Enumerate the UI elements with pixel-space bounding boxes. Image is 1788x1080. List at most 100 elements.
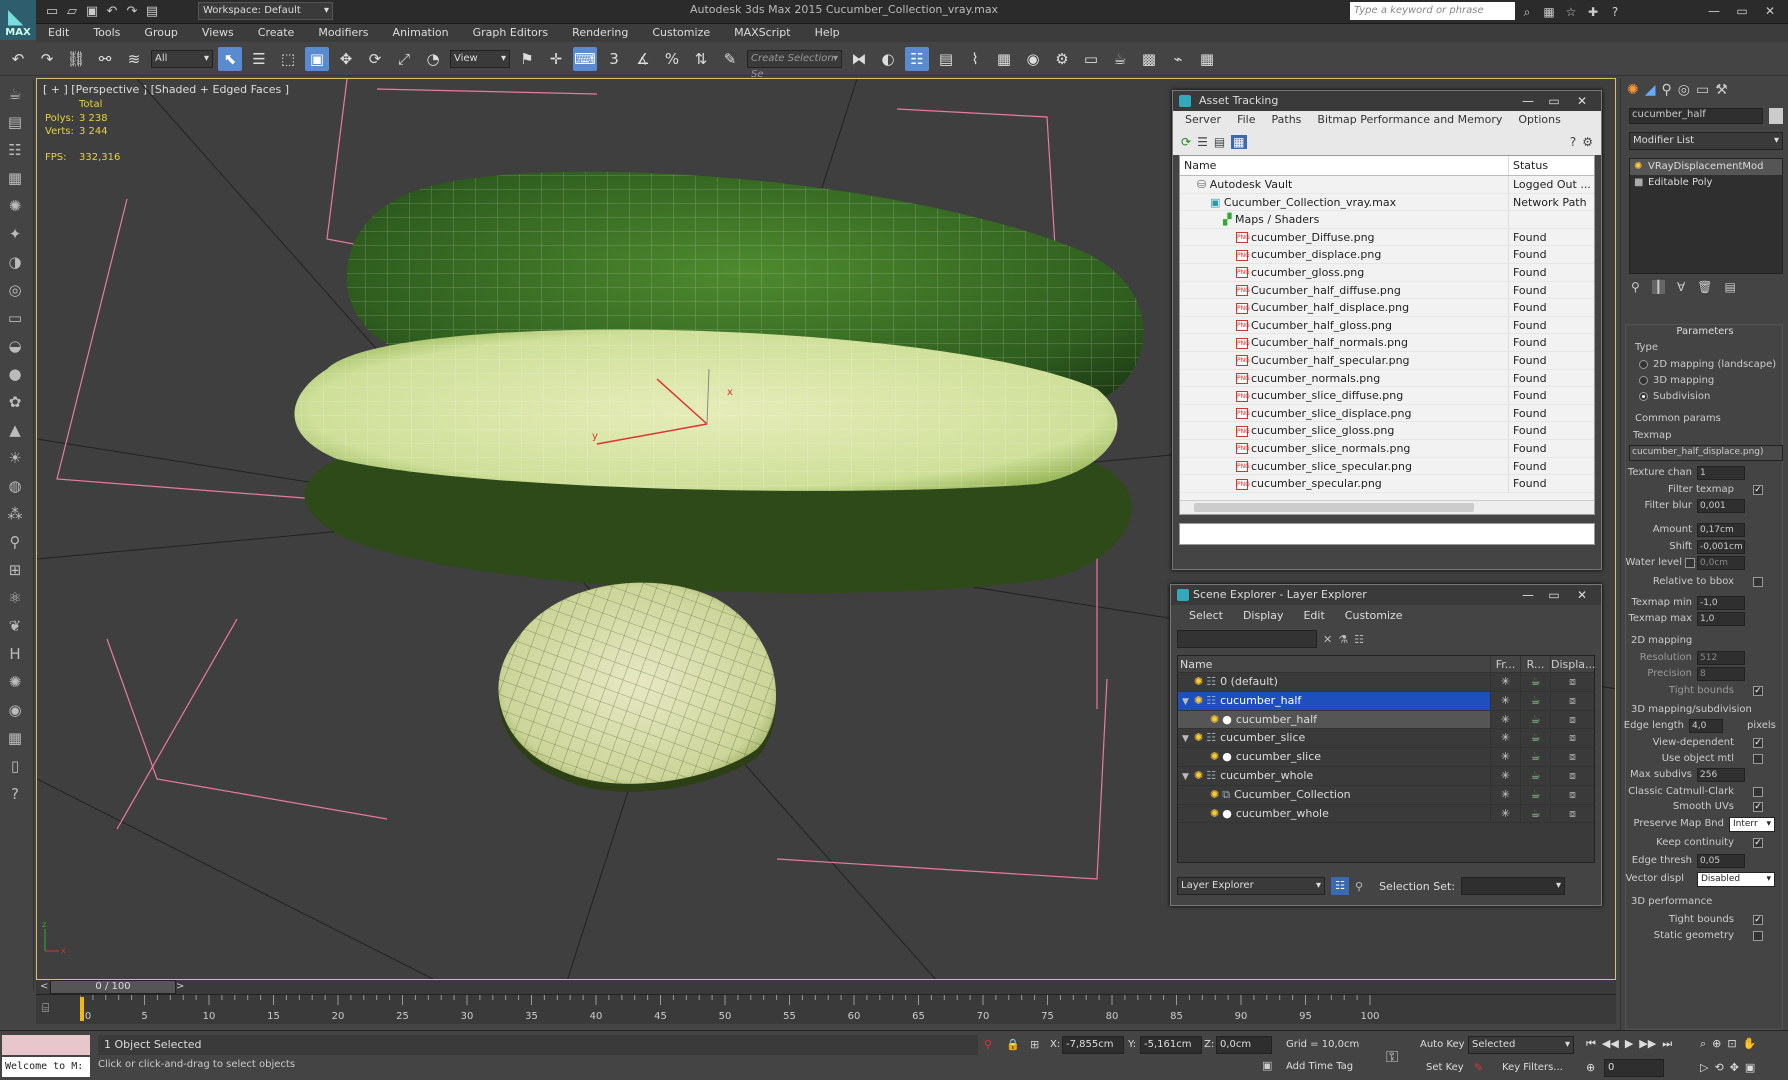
maximize-viewport-icon[interactable]: ▣ [1745, 1061, 1755, 1074]
freeze-icon[interactable]: ✳ [1490, 729, 1520, 748]
prev-key-icon[interactable]: ◀◀ [1602, 1037, 1619, 1051]
col-status-header[interactable]: Status [1508, 156, 1594, 175]
next-key-icon[interactable]: ▶▶ [1639, 1037, 1656, 1051]
pin-stack-icon[interactable]: ⚲ [1631, 280, 1640, 294]
subscription-icon[interactable]: ▦ [1540, 3, 1558, 21]
display-icon[interactable]: ⧇ [1550, 729, 1594, 748]
filter-texmap-checkbox[interactable]: ✓ [1753, 485, 1763, 495]
se-menu-edit[interactable]: Edit [1293, 605, 1334, 627]
isolate-selection-icon[interactable]: ⚲ [984, 1038, 992, 1051]
camera-icon[interactable]: ◎ [0, 276, 30, 304]
visibility-bulb-icon[interactable]: ✺ [1194, 694, 1203, 707]
scene-explorer-titlebar[interactable]: Scene Explorer - Layer Explorer — ▭ ✕ [1171, 585, 1601, 605]
list-view-icon[interactable]: ☰ [1197, 135, 1208, 149]
y-coordinate-field[interactable]: -5,161cm [1140, 1036, 1202, 1054]
layer-row[interactable]: ✺ ● cucumber_half ✳ ☕ ⧇ [1178, 710, 1594, 730]
type-radio-2d-landscape[interactable] [1639, 360, 1648, 369]
zoom-extents-icon[interactable]: ⊡ [1727, 1037, 1736, 1051]
visibility-bulb-icon[interactable]: ✺ [1210, 750, 1219, 763]
display-icon[interactable]: ⧇ [1550, 673, 1594, 691]
visibility-bulb-icon[interactable]: ✺ [1210, 807, 1219, 820]
cucumber-slice-mesh[interactable] [498, 582, 777, 792]
asset-row[interactable]: PNGCucumber_half_gloss.png Found [1180, 316, 1594, 335]
mini-curve-editor-icon[interactable]: ⌸ [42, 1001, 49, 1016]
parameters-title[interactable]: Parameters [1621, 326, 1788, 337]
motion-tab-icon[interactable]: ◎ [1678, 82, 1690, 98]
menu-help[interactable]: Help [803, 24, 852, 42]
clear-search-icon[interactable]: ✕ [1323, 633, 1332, 646]
selection-set-dropdown[interactable] [1461, 877, 1566, 895]
app-menu-button[interactable]: ◣ MAX [0, 0, 36, 40]
asset-row[interactable]: ▞ Maps / Shaders [1180, 211, 1594, 229]
se-close-icon[interactable]: ✕ [1571, 587, 1593, 603]
select-and-link-icon[interactable]: ⛓ [64, 47, 88, 71]
layer-row[interactable]: ✺ ● cucumber_slice ✳ ☕ ⧇ [1178, 748, 1594, 767]
display-icon[interactable]: ⧇ [1550, 766, 1594, 785]
sun-icon[interactable]: ☀ [0, 444, 30, 472]
curve-editor-icon[interactable]: ⌇ [963, 47, 987, 71]
freeze-icon[interactable]: ✳ [1490, 785, 1520, 804]
percent-snap-icon[interactable]: % [660, 47, 684, 71]
close-button[interactable]: ✕ [1756, 2, 1784, 20]
modifier-list-dropdown[interactable]: Modifier List [1629, 132, 1783, 150]
render-icon[interactable]: ☕ [1520, 804, 1550, 823]
thumbnail-view-icon[interactable]: ▤ [1214, 135, 1225, 149]
select-by-name-icon[interactable]: ☰ [247, 47, 271, 71]
asset-row[interactable]: PNGcucumber_slice_diffuse.png Found [1180, 387, 1594, 405]
redo-button[interactable]: ↷ [35, 47, 59, 71]
expand-toggle-icon[interactable]: ▼ [1182, 768, 1194, 785]
view-dependent-checkbox[interactable]: ✓ [1753, 738, 1763, 748]
prev-frame-icon[interactable]: < [40, 980, 50, 994]
water-level-checkbox[interactable] [1685, 558, 1695, 568]
asset-settings-icon[interactable]: ⚙ [1582, 135, 1593, 149]
hair-icon[interactable]: ❦ [0, 612, 30, 640]
asset-row[interactable]: ⛁ Autodesk Vault Logged Out ... [1180, 176, 1594, 194]
type-option-2d-landscape[interactable]: 2D mapping (landscape) [1653, 359, 1776, 370]
key-pencil-icon[interactable]: ✎ [1474, 1061, 1483, 1074]
edge-length-input[interactable]: 4,0 [1689, 719, 1723, 733]
asset-row[interactable]: PNGcucumber_gloss.png Found [1180, 263, 1594, 282]
asset-tracking-titlebar[interactable]: Asset Tracking — ▭ ✕ [1173, 91, 1601, 111]
undo-icon[interactable]: ↶ [104, 4, 120, 20]
cone-icon[interactable]: ▲ [0, 416, 30, 444]
select-object-icon[interactable]: ⬉ [218, 46, 242, 71]
asset-row[interactable]: PNGCucumber_half_normals.png Found [1180, 334, 1594, 352]
tight-bounds-checkbox[interactable]: ✓ [1753, 686, 1763, 696]
maxscript-input[interactable]: Welcome to M: [2, 1057, 90, 1077]
goto-start-icon[interactable]: ⏮ [1586, 1037, 1596, 1051]
asset-row[interactable]: ▣ Cucumber_Collection_vray.max Network Pa… [1180, 193, 1594, 212]
plant-icon[interactable]: ✿ [0, 388, 30, 416]
visibility-bulb-icon[interactable]: ✺ [1194, 675, 1203, 688]
freeze-icon[interactable]: ✳ [1490, 691, 1520, 710]
render-production-icon[interactable]: ☕ [1108, 47, 1132, 71]
type-radio-3d[interactable] [1639, 376, 1648, 385]
layer-row[interactable]: ✺ ☷ 0 (default) ✳ ☕ ⧇ [1178, 673, 1594, 692]
freeze-icon[interactable]: ✳ [1490, 748, 1520, 766]
freeze-icon[interactable]: ✳ [1490, 673, 1520, 691]
scene-search-input[interactable] [1177, 630, 1317, 648]
layer-explorer-icon[interactable]: ☷ [905, 46, 929, 71]
use-object-mtl-checkbox[interactable] [1753, 754, 1763, 764]
auto-key-button[interactable]: Auto Key [1420, 1039, 1465, 1050]
maxscript-listener-mini[interactable] [2, 1035, 90, 1055]
time-slider-track[interactable]: < 0 / 100 > [36, 980, 1616, 994]
utilities-tab-icon[interactable]: ⚒ [1715, 82, 1728, 98]
resolution-input[interactable]: 512 [1697, 651, 1745, 665]
expand-toggle-icon[interactable]: ▼ [1182, 730, 1194, 747]
time-slider-thumb[interactable]: 0 / 100 [50, 980, 176, 994]
cucumber-half-mesh[interactable] [294, 329, 1132, 594]
display-icon[interactable]: ⧇ [1550, 804, 1594, 823]
save-file-icon[interactable]: ▣ [84, 4, 100, 20]
asset-row[interactable]: PNGcucumber_slice_specular.png Found [1180, 457, 1594, 476]
unlink-icon[interactable]: ⚯ [93, 47, 117, 71]
freeze-icon[interactable]: ✳ [1490, 766, 1520, 785]
asset-path-field[interactable] [1179, 523, 1595, 545]
favorites-icon[interactable]: ✚ [1584, 3, 1602, 21]
mobile-icon[interactable]: ▯ [0, 752, 30, 780]
se-col-display[interactable]: Displa... [1550, 656, 1596, 672]
keep-continuity-checkbox[interactable]: ✓ [1753, 838, 1763, 848]
visibility-bulb-icon[interactable]: ✺ [1210, 713, 1219, 726]
table-view-icon[interactable]: ▦ [1231, 135, 1247, 149]
light-icon[interactable]: ✺ [0, 192, 30, 220]
menu-modifiers[interactable]: Modifiers [306, 24, 380, 42]
